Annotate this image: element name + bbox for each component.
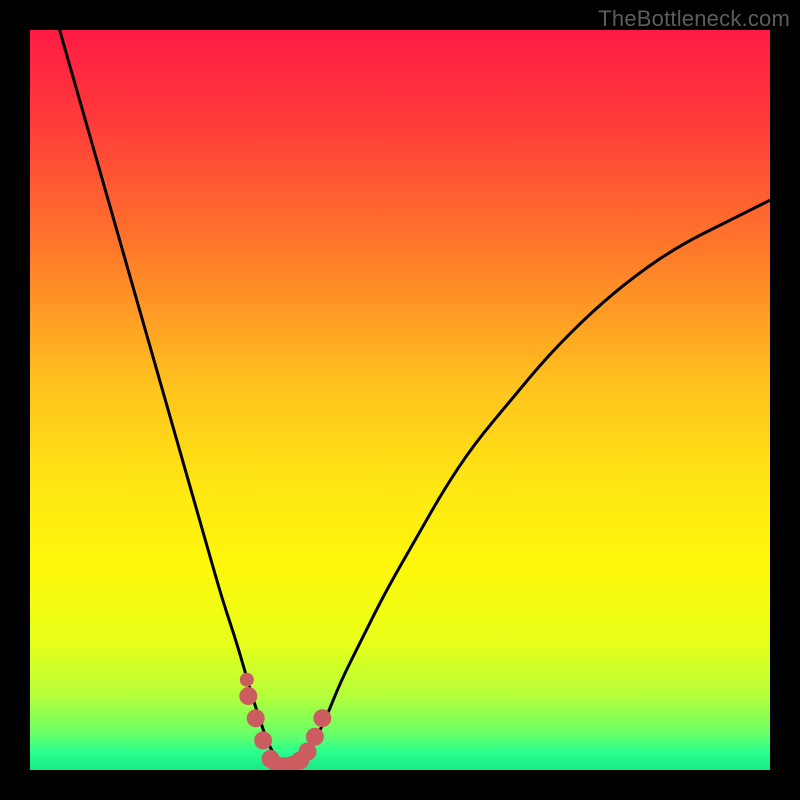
watermark-text: TheBottleneck.com [598, 6, 790, 32]
marker-dot [247, 709, 265, 727]
gradient-background [30, 30, 770, 770]
marker-dot [254, 731, 272, 749]
chart-frame: TheBottleneck.com [0, 0, 800, 800]
marker-dot [239, 687, 257, 705]
chart-svg [30, 30, 770, 770]
plot-area [30, 30, 770, 770]
marker-dot [240, 673, 254, 687]
marker-dot [306, 728, 324, 746]
marker-dot [313, 709, 331, 727]
